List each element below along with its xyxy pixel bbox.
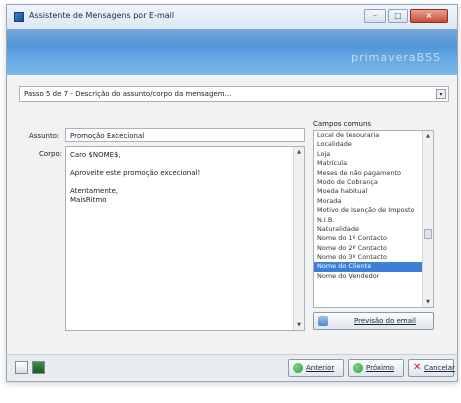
spreadsheet-icon[interactable] [32, 361, 45, 374]
list-item[interactable]: Meses de não pagamento [314, 169, 433, 178]
scroll-down-icon[interactable]: ▼ [423, 297, 433, 307]
body-scrollbar[interactable]: ▲ ▼ [293, 147, 304, 330]
body-label: Corpo: [39, 150, 63, 158]
body-line: Atentamente, [70, 187, 119, 195]
list-item[interactable]: Nome do 2º Contacto [314, 244, 433, 253]
body-line: Caro $NOME$, [70, 151, 121, 159]
list-item[interactable]: Nome do Cliente [314, 262, 433, 272]
step-value: Passo 5 de 7 - Descrição do assunto/corp… [24, 90, 232, 98]
body-line: Aproveite este promoção excecional! [70, 169, 201, 177]
fields-list[interactable]: Local de tesouraria Localidade Loja Matrícu… [313, 130, 434, 308]
preview-icon [318, 316, 328, 326]
list-item[interactable]: Motivo de Isenção de Imposto [314, 206, 433, 215]
brand-logo: primaveraBSS [351, 51, 441, 64]
back-arrow-icon [293, 363, 303, 373]
footer-bar: Anterior Próximo ✕ Cancelar [7, 354, 457, 381]
minimize-button[interactable]: – [364, 9, 386, 23]
list-item[interactable]: Modo de Cobrança [314, 178, 433, 187]
scroll-thumb[interactable] [424, 229, 432, 239]
settings-icon[interactable] [15, 361, 28, 374]
minimize-icon: – [373, 11, 377, 20]
previous-button[interactable]: Anterior [288, 359, 344, 377]
list-item[interactable]: Matrícula [314, 159, 433, 168]
body-line [70, 160, 290, 169]
maximize-icon: □ [394, 11, 402, 20]
wizard-window: Assistente de Mensagens por E-mail – □ ×… [6, 4, 458, 382]
list-item[interactable]: Naturalidade [314, 225, 433, 234]
subject-input[interactable]: Promoção Excecional [65, 128, 305, 142]
scroll-up-icon[interactable]: ▲ [294, 147, 304, 157]
close-button[interactable]: × [410, 9, 448, 23]
step-dropdown[interactable]: Passo 5 de 7 - Descrição do assunto/corp… [19, 86, 449, 102]
preview-email-button[interactable]: Previsão do email [313, 312, 434, 330]
fields-scrollbar[interactable]: ▲ ▼ [422, 131, 433, 307]
body-text: Caro $NOME$, Aproveite este promoção exce… [70, 151, 290, 205]
forward-arrow-icon [353, 363, 363, 373]
list-item[interactable]: Loja [314, 150, 433, 159]
body-line [70, 178, 290, 187]
maximize-button[interactable]: □ [388, 9, 408, 23]
close-icon: × [425, 11, 433, 20]
header-banner: primaveraBSS [7, 29, 457, 75]
list-item[interactable]: Localidade [314, 140, 433, 149]
body-textarea[interactable]: Caro $NOME$, Aproveite este promoção exce… [65, 146, 305, 331]
cancel-x-icon: ✕ [413, 362, 422, 373]
chevron-down-icon: ▾ [439, 91, 443, 98]
window-title: Assistente de Mensagens por E-mail [29, 11, 175, 20]
next-button[interactable]: Próximo [348, 359, 404, 377]
subject-value: Promoção Excecional [70, 132, 145, 140]
scroll-up-icon[interactable]: ▲ [423, 131, 433, 141]
list-item[interactable]: Nome do 1º Contacto [314, 234, 433, 243]
fields-heading: Campos comuns [313, 120, 372, 128]
app-icon [14, 12, 24, 22]
subject-label: Assunto: [29, 132, 60, 140]
body-line: MaisRitmo [70, 196, 107, 204]
list-item[interactable]: Nome do 3º Contacto [314, 253, 433, 262]
title-bar: Assistente de Mensagens por E-mail – □ × [7, 5, 457, 30]
list-item[interactable]: N.I.B. [314, 216, 433, 225]
list-item[interactable]: Morada [314, 197, 433, 206]
cancel-button[interactable]: ✕ Cancelar [408, 359, 455, 377]
dropdown-button[interactable]: ▾ [436, 89, 446, 99]
scroll-down-icon[interactable]: ▼ [294, 320, 304, 330]
list-item[interactable]: Moeda habitual [314, 187, 433, 196]
list-item[interactable]: Local de tesouraria [314, 131, 433, 140]
list-item[interactable]: Nome do Vendedor [314, 272, 433, 281]
